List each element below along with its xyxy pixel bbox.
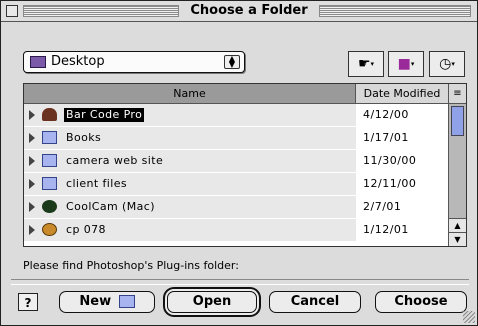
popup-arrows-icon: ▲ ▼ xyxy=(224,55,240,69)
chevron-down-icon: ▾ xyxy=(370,60,375,68)
vertical-scrollbar[interactable]: ▲ ▼ xyxy=(448,104,466,246)
item-name: cp 078 xyxy=(66,223,106,236)
window-title: Choose a Folder xyxy=(183,2,315,20)
coolcam-icon xyxy=(42,200,57,213)
file-list[interactable]: Name Date Modified ≡ Bar Code Pro 4/12/0… xyxy=(23,83,467,247)
name-cell: Books xyxy=(24,127,356,149)
choose-folder-dialog: Choose a Folder Desktop ▲ ▼ ☛▾ ■▾ ◷▾ Name… xyxy=(0,0,478,326)
title-bar-stripes-right xyxy=(319,5,471,17)
choose-button[interactable]: Choose xyxy=(375,291,467,313)
item-date: 2/7/01 xyxy=(356,196,448,218)
resize-grip[interactable] xyxy=(463,311,475,323)
disc-icon xyxy=(42,223,57,236)
favorites-button[interactable]: ■▾ xyxy=(388,51,424,77)
divider xyxy=(11,279,469,285)
name-cell: camera web site xyxy=(24,150,356,172)
list-item[interactable]: cp 078 1/12/01 xyxy=(24,219,448,241)
folder-icon xyxy=(42,177,57,190)
favorites-icon: ■ xyxy=(397,56,411,72)
disclosure-triangle-icon[interactable] xyxy=(29,133,35,143)
title-bar[interactable]: Choose a Folder xyxy=(1,1,477,22)
new-folder-icon xyxy=(118,295,135,308)
list-item[interactable]: CoolCam (Mac) 2/7/01 xyxy=(24,196,448,218)
folder-icon xyxy=(42,154,57,167)
name-cell: Bar Code Pro xyxy=(24,104,356,126)
list-item[interactable]: Bar Code Pro 4/12/00 xyxy=(24,104,448,126)
item-date: 1/12/01 xyxy=(356,219,448,241)
disclosure-triangle-icon[interactable] xyxy=(29,179,35,189)
item-name: CoolCam (Mac) xyxy=(66,200,155,213)
new-folder-button[interactable]: New xyxy=(59,291,155,313)
list-item[interactable]: client files 12/11/00 xyxy=(24,173,448,195)
disclosure-triangle-icon[interactable] xyxy=(29,110,35,120)
chevron-down-icon: ▾ xyxy=(410,60,415,68)
location-popup-label: Desktop xyxy=(51,54,105,69)
item-name: Bar Code Pro xyxy=(64,108,145,122)
item-date: 12/11/00 xyxy=(356,173,448,195)
item-name: Books xyxy=(66,131,102,144)
item-name: camera web site xyxy=(66,154,164,167)
scroll-down-arrow[interactable]: ▼ xyxy=(449,232,466,246)
pointing-hand-icon: ☛ xyxy=(357,56,371,72)
new-button-label: New xyxy=(79,294,112,309)
list-item[interactable]: Books 1/17/01 xyxy=(24,127,448,149)
item-date: 11/30/00 xyxy=(356,150,448,172)
item-name: client files xyxy=(66,177,127,190)
scroll-thumb[interactable] xyxy=(451,106,464,136)
sort-direction-button[interactable]: ≡ xyxy=(448,84,466,104)
shortcuts-button[interactable]: ☛▾ xyxy=(348,51,384,77)
close-box[interactable] xyxy=(6,5,18,17)
title-bar-stripes-left xyxy=(23,5,179,17)
location-popup[interactable]: Desktop ▲ ▼ xyxy=(23,51,245,73)
person-app-icon xyxy=(42,108,57,121)
scroll-up-arrow[interactable]: ▲ xyxy=(449,218,466,232)
cancel-button[interactable]: Cancel xyxy=(269,291,361,313)
disclosure-triangle-icon[interactable] xyxy=(29,202,35,212)
help-button[interactable]: ? xyxy=(18,293,38,311)
chevron-down-icon: ▾ xyxy=(451,60,455,68)
column-header-name[interactable]: Name xyxy=(24,84,356,104)
name-cell: CoolCam (Mac) xyxy=(24,196,356,218)
disclosure-triangle-icon[interactable] xyxy=(29,156,35,166)
clock-icon: ◷ xyxy=(439,56,452,72)
name-cell: cp 078 xyxy=(24,219,356,241)
column-header-date[interactable]: Date Modified xyxy=(356,84,448,104)
disclosure-triangle-icon[interactable] xyxy=(29,225,35,235)
desktop-icon xyxy=(30,56,46,68)
open-button[interactable]: Open xyxy=(167,291,257,313)
prompt-text: Please find Photoshop's Plug-ins folder: xyxy=(23,259,239,272)
list-item[interactable]: camera web site 11/30/00 xyxy=(24,150,448,172)
name-cell: client files xyxy=(24,173,356,195)
item-date: 4/12/00 xyxy=(356,104,448,126)
item-date: 1/17/01 xyxy=(356,127,448,149)
recent-button[interactable]: ◷▾ xyxy=(429,51,465,77)
folder-icon xyxy=(42,131,57,144)
